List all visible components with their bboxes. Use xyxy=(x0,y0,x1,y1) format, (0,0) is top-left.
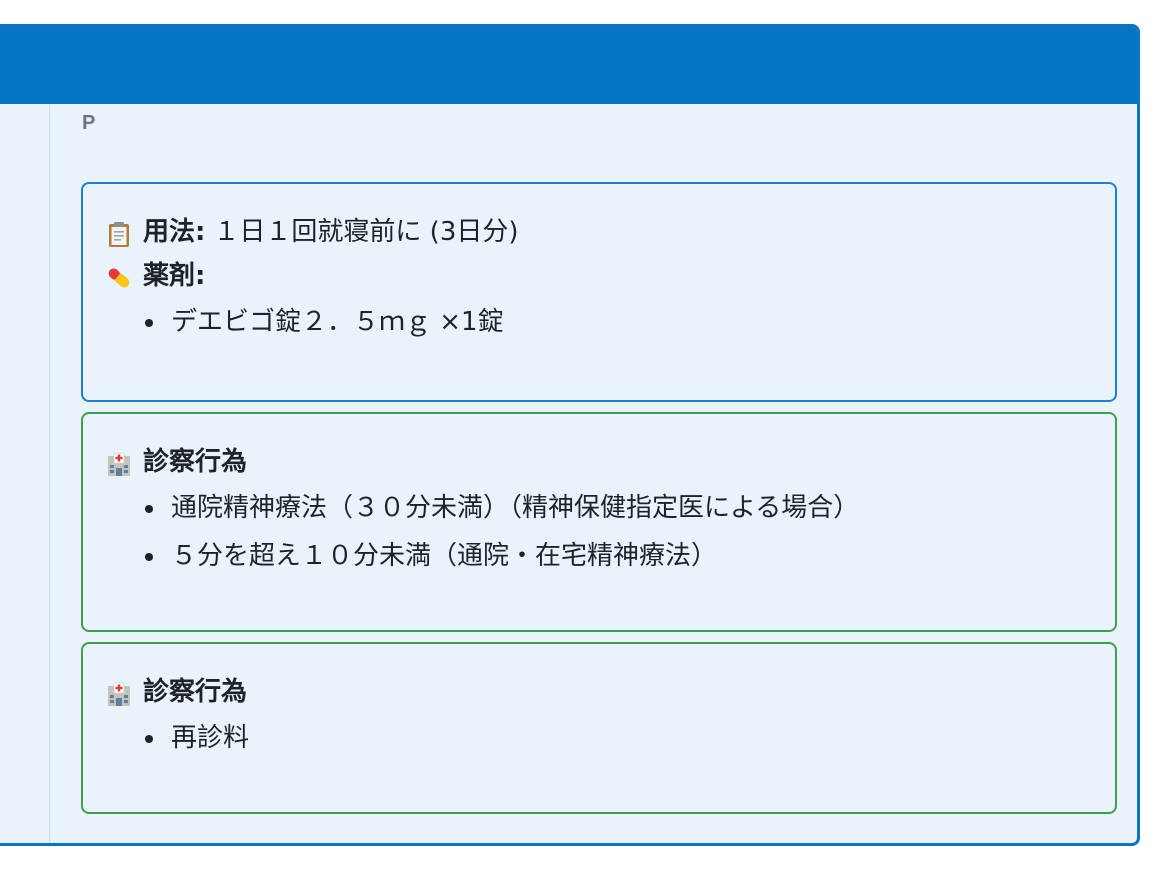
procedure-card: 診察行為 通院精神療法（３０分未満）（精神保健指定医による場合） ５分を超え１０… xyxy=(81,412,1117,632)
section-label: P xyxy=(82,112,96,134)
hospital-icon xyxy=(105,678,133,706)
pill-icon xyxy=(105,262,133,290)
clipboard-icon xyxy=(105,218,133,247)
procedure-list: 通院精神療法（３０分未満）（精神保健指定医による場合） ５分を超え１０分未満（通… xyxy=(105,484,1093,580)
drug-label: 薬剤: xyxy=(143,261,206,291)
procedure-title: 診察行為 xyxy=(143,677,248,707)
drug-list: デエビゴ錠２．５ｍｇ ×1錠 xyxy=(105,298,1093,346)
list-item: 通院精神療法（３０分未満）（精神保健指定医による場合） xyxy=(145,484,1093,532)
list-item: ５分を超え１０分未満（通院・在宅精神療法） xyxy=(145,532,1093,580)
hospital-icon xyxy=(105,448,133,476)
panel-header xyxy=(0,27,1137,104)
panel-left-column xyxy=(0,104,50,843)
prescription-card: 用法: １日１回就寝前に (3日分) 薬剤: デエビゴ錠２．５ｍｇ ×1錠 xyxy=(81,182,1117,402)
list-item: 再診料 xyxy=(145,714,1093,762)
procedure-list: 再診料 xyxy=(105,714,1093,762)
procedure-title-row: 診察行為 xyxy=(105,670,1093,714)
usage-row: 用法: １日１回就寝前に (3日分) xyxy=(105,210,1093,254)
procedure-title: 診察行為 xyxy=(143,447,248,477)
drug-row: 薬剤: xyxy=(105,254,1093,298)
procedure-card: 診察行為 再診料 xyxy=(81,642,1117,814)
usage-label: 用法: xyxy=(143,217,206,247)
usage-value: １日１回就寝前に (3日分) xyxy=(213,217,519,247)
procedure-title-row: 診察行為 xyxy=(105,440,1093,484)
list-item: デエビゴ錠２．５ｍｇ ×1錠 xyxy=(145,298,1093,346)
